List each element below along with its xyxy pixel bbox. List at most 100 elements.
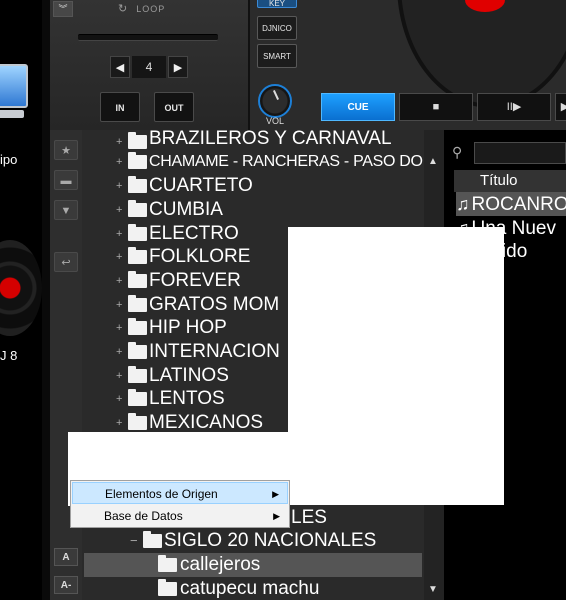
tree-row-label: HIP HOP: [149, 317, 227, 338]
loop-label: LOOP: [136, 4, 166, 14]
expand-plus-icon[interactable]: +: [116, 387, 122, 411]
collapse-minus-icon[interactable]: −: [130, 529, 138, 553]
in-button[interactable]: IN: [100, 92, 140, 122]
folder-icon: [128, 318, 147, 335]
folder-icon: [143, 531, 162, 548]
folder-icon: [128, 152, 147, 169]
deck-divider: [248, 0, 250, 130]
scroll-down-arrow-icon[interactable]: ▼: [428, 584, 438, 595]
volume-knob[interactable]: [258, 84, 292, 118]
expand-plus-icon[interactable]: +: [116, 269, 122, 293]
expand-plus-icon[interactable]: +: [116, 316, 122, 340]
vinyl-app-icon[interactable]: [0, 240, 42, 336]
search-input[interactable]: [474, 142, 566, 164]
loop-decrease-button[interactable]: ◀: [110, 56, 130, 78]
computer-label: ipo: [0, 152, 18, 167]
key-button[interactable]: KEY: [257, 0, 297, 8]
submenu-arrow-icon: ▶: [273, 511, 280, 521]
monitor-base: [0, 110, 24, 118]
tree-row[interactable]: + CHAMAME - RANCHERAS - PASO DOBLE: [82, 150, 444, 174]
tree-row-label: CUARTETO: [149, 175, 253, 196]
expand-plus-icon[interactable]: +: [116, 222, 122, 246]
filter-icon[interactable]: ▼: [54, 200, 78, 220]
folder-icon: [128, 132, 147, 149]
context-menu: Elementos de Origen ▶ Base de Datos ▶: [70, 480, 290, 528]
loop-value: 4: [132, 56, 166, 78]
scroll-up-arrow-icon[interactable]: ▲: [428, 156, 438, 167]
loop-stepper: ◀ 4 ▶: [110, 56, 188, 78]
add-folder-icon[interactable]: ▬: [54, 170, 78, 190]
back-arrow-icon[interactable]: ↩: [54, 252, 78, 272]
expand-plus-icon[interactable]: +: [116, 293, 122, 317]
tree-row-label: catupecu machu: [180, 578, 320, 599]
tree-row-label: FOLKLORE: [149, 246, 251, 267]
folder-icon: [128, 224, 147, 241]
folder-icon: [128, 413, 147, 430]
menu-item-elementos-de-origen[interactable]: Elementos de Origen ▶: [72, 482, 288, 504]
out-button[interactable]: OUT: [154, 92, 194, 122]
desktop-strip: ipo J 8: [0, 0, 42, 600]
expand-plus-icon[interactable]: +: [116, 245, 122, 269]
menu-item-base-de-datos[interactable]: Base de Datos ▶: [72, 505, 288, 527]
tree-row[interactable]: + CUMBIA: [82, 198, 424, 222]
folder-icon: [128, 200, 147, 217]
menu-item-label: Base de Datos: [104, 509, 183, 523]
expand-plus-icon[interactable]: +: [116, 150, 122, 174]
folder-icon: [128, 176, 147, 193]
play-pause-button[interactable]: II▶: [477, 93, 551, 121]
expand-plus-icon[interactable]: +: [116, 198, 122, 222]
favorites-star-icon[interactable]: ★: [54, 140, 78, 160]
pitch-slider[interactable]: [78, 34, 218, 41]
music-note-icon: ♫: [456, 194, 470, 214]
djnico-button[interactable]: DJNICO: [257, 16, 297, 40]
computer-icon[interactable]: [0, 60, 34, 140]
tree-row-label: GRATOS MOM: [149, 294, 280, 315]
tree-row-selected[interactable]: callejeros: [84, 553, 422, 577]
font-decrease-button[interactable]: A-: [54, 576, 78, 594]
tree-row-label: CHAMAME - RANCHERAS - PASO DOBLE: [149, 153, 444, 170]
knob-indicator: [272, 90, 280, 100]
tree-row-label: BRAZILEROS Y CARNAVAL: [149, 130, 392, 149]
collapse-chevron-icon[interactable]: ︾: [53, 1, 73, 17]
loop-icon: ↻: [118, 3, 129, 15]
expand-plus-icon[interactable]: +: [116, 364, 122, 388]
tree-row-label: SIGLO 20 NACIONALES: [164, 530, 377, 551]
tree-row-label: LENTOS: [149, 388, 225, 409]
tree-row-label: CUMBIA: [149, 199, 223, 220]
tree-row[interactable]: − SIGLO 20 NACIONALES: [82, 529, 424, 553]
submenu-arrow-icon: ▶: [272, 489, 279, 499]
folder-icon: [128, 271, 147, 288]
folder-icon: [158, 579, 177, 596]
column-title-label: Título: [480, 172, 518, 189]
tree-row-label: callejeros: [180, 554, 261, 575]
app-label: J 8: [0, 348, 18, 363]
folder-icon: [128, 295, 147, 312]
cue-button[interactable]: CUE: [321, 93, 395, 121]
tree-row[interactable]: + CUARTETO: [82, 174, 424, 198]
menu-item-label: Elementos de Origen: [105, 487, 218, 501]
search-icon: ⚲: [452, 144, 463, 160]
folder-icon: [128, 342, 147, 359]
loop-header: ↻ LOOP: [118, 2, 165, 15]
expand-plus-icon[interactable]: +: [116, 340, 122, 364]
blank-popup-panel: [288, 227, 504, 505]
stop-button[interactable]: ■: [399, 93, 473, 121]
smart-button[interactable]: SMART: [257, 44, 297, 68]
monitor-shape: [0, 64, 28, 108]
folder-icon: [128, 366, 147, 383]
tree-row-label: FOREVER: [149, 270, 241, 291]
file-row-selected[interactable]: ♫ROCANROL: [456, 192, 566, 216]
tree-row[interactable]: catupecu machu: [82, 577, 424, 600]
next-button[interactable]: ▶: [555, 93, 566, 121]
tree-row-label: ELECTRO: [149, 223, 239, 244]
expand-plus-icon[interactable]: +: [116, 174, 122, 198]
loop-increase-button[interactable]: ▶: [168, 56, 188, 78]
tree-row-label: LATINOS: [149, 365, 229, 386]
tree-row-label: INTERNACION: [149, 341, 280, 362]
folder-icon: [128, 247, 147, 264]
folder-icon: [128, 389, 147, 406]
column-header-title[interactable]: Título: [454, 170, 566, 192]
file-title: ROCANROL: [471, 194, 566, 215]
folder-icon: [158, 555, 177, 572]
font-increase-button[interactable]: A: [54, 548, 78, 566]
